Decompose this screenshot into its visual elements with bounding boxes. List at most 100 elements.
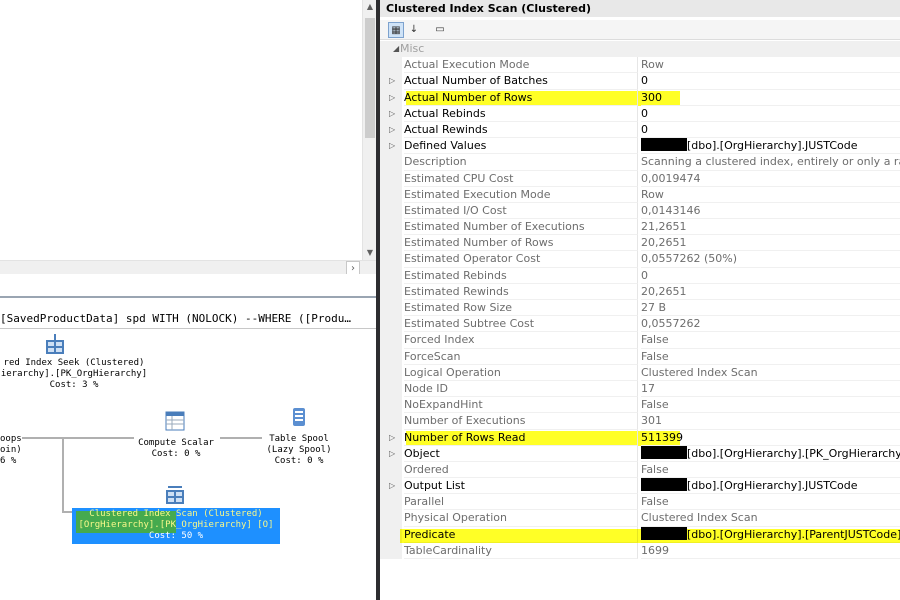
scroll-thumb[interactable]: [365, 18, 375, 138]
property-value[interactable]: 0,0019474: [641, 171, 900, 187]
property-value[interactable]: 300: [641, 90, 900, 106]
property-row[interactable]: Description Scanning a clustered index, e…: [380, 154, 900, 171]
gutter: [380, 267, 402, 284]
property-value[interactable]: Scanning a clustered index, entirely or …: [641, 154, 900, 171]
gutter: [380, 348, 402, 365]
property-row[interactable]: Estimated CPU Cost 0,0019474: [380, 170, 900, 187]
property-row[interactable]: ▷ Output List [dbo].[OrgHierarchy].JUSTCod…: [380, 478, 900, 495]
property-row[interactable]: Number of Executions 301: [380, 413, 900, 430]
expand-icon[interactable]: ▷: [389, 138, 395, 154]
scroll-down-icon[interactable]: ▼: [363, 246, 377, 260]
property-name: Number of Executions: [404, 413, 638, 430]
property-row[interactable]: ▷ Actual Number of Rows 300: [380, 89, 900, 106]
property-row[interactable]: Estimated Rebinds 0: [380, 267, 900, 284]
expand-icon[interactable]: ▷: [389, 446, 395, 462]
property-row[interactable]: Actual Execution Mode Row: [380, 57, 900, 74]
gutter: ▷: [380, 445, 402, 462]
property-row[interactable]: Estimated Operator Cost 0,0557262 (50%): [380, 251, 900, 268]
property-row[interactable]: NoExpandHint False: [380, 397, 900, 414]
property-value[interactable]: Clustered Index Scan: [641, 510, 900, 527]
property-row[interactable]: Estimated Subtree Cost 0,0557262: [380, 316, 900, 333]
property-value[interactable]: Clustered Index Scan: [641, 365, 900, 381]
property-row[interactable]: Physical Operation Clustered Index Scan: [380, 510, 900, 527]
property-row[interactable]: Forced Index False: [380, 332, 900, 349]
scroll-right-icon[interactable]: ›: [346, 261, 360, 275]
property-value[interactable]: 0: [641, 122, 900, 139]
property-row[interactable]: Estimated Execution Mode Row: [380, 186, 900, 203]
category-row[interactable]: ◢ Misc: [380, 41, 900, 58]
property-name: Number of Rows Read: [404, 429, 638, 446]
gutter: ▷: [380, 73, 402, 90]
scroll-up-icon[interactable]: ▲: [363, 0, 377, 14]
property-value[interactable]: 0,0143146: [641, 203, 900, 220]
property-row[interactable]: Node ID 17: [380, 380, 900, 398]
property-name: Node ID: [404, 380, 638, 398]
alphabetical-sort-icon[interactable]: ↓: [406, 22, 422, 38]
property-row[interactable]: ▷ Defined Values [dbo].[OrgHierarchy].JUST…: [380, 138, 900, 155]
expand-icon[interactable]: ▷: [389, 478, 395, 494]
property-row[interactable]: Ordered False: [380, 461, 900, 479]
property-row[interactable]: Estimated Number of Rows 20,2651: [380, 235, 900, 252]
property-value[interactable]: 20,2651: [641, 284, 900, 300]
horizontal-scrollbar[interactable]: ›: [0, 260, 376, 275]
property-value[interactable]: 21,2651: [641, 219, 900, 236]
clustered-index-scan-icon[interactable]: [164, 484, 186, 506]
expand-icon[interactable]: ▷: [389, 73, 395, 89]
results-pane: ▲ ▼ ›: [0, 0, 376, 275]
property-row[interactable]: ForceScan False: [380, 348, 900, 365]
gutter: [380, 219, 402, 236]
property-value[interactable]: 0: [641, 106, 900, 122]
property-name: Object: [404, 445, 638, 462]
property-pages-icon[interactable]: ▭: [432, 22, 448, 38]
property-row[interactable]: ▷ Number of Rows Read 511399: [380, 429, 900, 446]
property-row[interactable]: ▷ Actual Number of Batches 0: [380, 73, 900, 90]
expand-icon[interactable]: ▷: [389, 430, 395, 446]
property-value[interactable]: [dbo].[OrgHierarchy].[PK_OrgHierarchy] […: [641, 445, 900, 462]
property-row[interactable]: Estimated I/O Cost 0,0143146: [380, 202, 900, 220]
property-row[interactable]: Estimated Rewinds 20,2651: [380, 283, 900, 300]
property-value[interactable]: 301: [641, 413, 900, 430]
property-row[interactable]: Predicate [dbo].[OrgHierarchy].[ParentJUS…: [380, 526, 900, 543]
property-value[interactable]: 1699: [641, 543, 900, 559]
vertical-scrollbar[interactable]: ▲ ▼: [362, 0, 376, 260]
property-value[interactable]: False: [641, 349, 900, 365]
property-row[interactable]: ▷ Actual Rewinds 0: [380, 121, 900, 139]
compute-scalar-icon[interactable]: [164, 410, 186, 432]
property-value[interactable]: 511399: [641, 430, 900, 446]
property-value[interactable]: False: [641, 332, 900, 349]
expand-icon[interactable]: ▷: [389, 122, 395, 138]
property-row[interactable]: Logical Operation Clustered Index Scan: [380, 364, 900, 381]
property-value[interactable]: 0: [641, 268, 900, 284]
property-value[interactable]: 17: [641, 381, 900, 398]
property-row[interactable]: ▷ Actual Rebinds 0: [380, 105, 900, 122]
property-value[interactable]: 0,0557262 (50%): [641, 251, 900, 268]
property-row[interactable]: Parallel False: [380, 494, 900, 511]
gutter: [380, 461, 402, 479]
property-value[interactable]: 0: [641, 73, 900, 90]
query-text: [SavedProductData] spd WITH (NOLOCK) --W…: [0, 312, 351, 325]
property-value[interactable]: 0,0557262: [641, 316, 900, 333]
property-value[interactable]: [dbo].[OrgHierarchy].JUSTCode: [641, 478, 900, 495]
pane-splitter[interactable]: [0, 274, 376, 296]
property-value[interactable]: [dbo].[OrgHierarchy].JUSTCode: [641, 138, 900, 155]
collapse-icon[interactable]: ◢: [393, 41, 399, 57]
property-row[interactable]: ▷ Object [dbo].[OrgHierarchy].[PK_OrgHiera…: [380, 445, 900, 462]
property-value[interactable]: Row: [641, 57, 900, 74]
expand-icon[interactable]: ▷: [389, 106, 395, 122]
expand-icon[interactable]: ▷: [389, 90, 395, 106]
property-row[interactable]: Estimated Number of Executions 21,2651: [380, 219, 900, 236]
categorized-icon[interactable]: ▦: [388, 22, 404, 38]
property-value[interactable]: False: [641, 397, 900, 414]
index-seek-icon[interactable]: [44, 334, 66, 356]
property-value[interactable]: False: [641, 494, 900, 511]
property-value[interactable]: 27 B: [641, 300, 900, 317]
property-row[interactable]: Estimated Row Size 27 B: [380, 300, 900, 317]
property-value[interactable]: [dbo].[OrgHierarchy].[ParentJUSTCode] as…: [641, 526, 900, 543]
property-value[interactable]: False: [641, 462, 900, 479]
index-seek-label: red Index Seek (Clustered) ierarchy].[PK…: [0, 358, 154, 391]
property-row[interactable]: TableCardinality 1699: [380, 542, 900, 559]
table-spool-icon[interactable]: [288, 406, 310, 428]
property-value[interactable]: 20,2651: [641, 235, 900, 252]
clustered-index-scan-label[interactable]: Clustered Index Scan (Clustered) [OrgHie…: [72, 509, 280, 542]
property-value[interactable]: Row: [641, 187, 900, 203]
